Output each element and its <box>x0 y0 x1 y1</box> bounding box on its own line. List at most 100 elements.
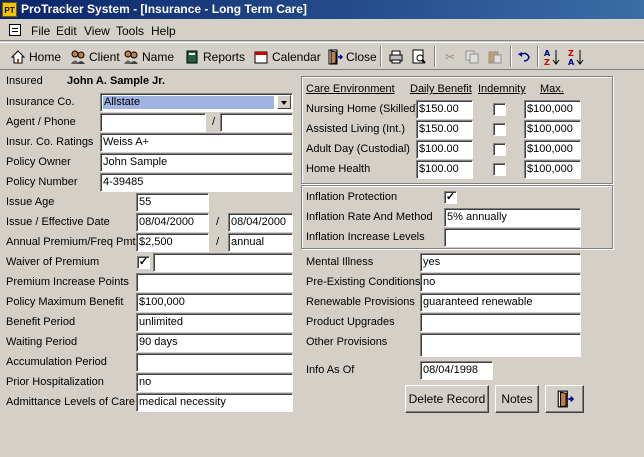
menu-view[interactable]: View <box>84 24 110 38</box>
cut-button[interactable]: ✂ <box>440 47 460 67</box>
agent-phone-separator: / <box>212 116 216 128</box>
undo-icon <box>518 52 530 62</box>
name-label: Name <box>142 49 175 64</box>
max-field[interactable]: $100,000 <box>524 120 581 139</box>
reports-label: Reports <box>203 49 246 64</box>
mental-illness-field[interactable]: yes <box>420 253 581 272</box>
sort-ascending-button[interactable]: AZ <box>542 47 562 67</box>
issue-date-field[interactable]: 08/04/2000 <box>136 213 209 232</box>
max-field[interactable]: $100,000 <box>524 140 581 159</box>
menu-bar: File Edit View Tools Help <box>0 20 644 41</box>
daily-benefit-field[interactable]: $150.00 <box>416 120 473 139</box>
undo-button[interactable] <box>514 47 534 67</box>
pre-existing-field[interactable]: no <box>420 273 581 292</box>
document-menu-icon[interactable] <box>9 24 21 36</box>
menu-tools[interactable]: Tools <box>116 24 144 38</box>
exit-door-icon <box>557 390 574 408</box>
insurance-form: Insured John A. Sample Jr. Insurance Co.… <box>0 70 644 457</box>
window-title: ProTracker System - [Insurance - Long Te… <box>21 2 307 16</box>
prior-hospitalization-field[interactable]: no <box>136 373 293 392</box>
ratings-field[interactable]: Weiss A+ <box>100 133 293 152</box>
insurance-co-select[interactable]: Allstate <box>100 93 293 112</box>
phone-field[interactable] <box>220 113 293 132</box>
renewable-label: Renewable Provisions <box>306 296 415 308</box>
close-button[interactable]: Close <box>325 45 379 68</box>
max-benefit-field[interactable]: $100,000 <box>136 293 293 312</box>
indemnity-checkbox[interactable] <box>493 163 506 176</box>
name-button[interactable]: Name <box>121 45 176 68</box>
daily-benefit-header: Daily Benefit <box>410 83 472 95</box>
waiting-period-field[interactable]: 90 days <box>136 333 293 352</box>
care-environment-header: Care Environment <box>306 83 395 95</box>
print-button[interactable] <box>386 47 406 67</box>
sort-descending-button[interactable]: ZA <box>566 47 586 67</box>
copy-button[interactable] <box>462 47 482 67</box>
waiver-checkbox[interactable]: ✓ <box>137 256 150 269</box>
people-icon <box>71 50 85 64</box>
indemnity-checkbox[interactable] <box>493 103 506 116</box>
max-benefit-label: Policy Maximum Benefit <box>6 296 124 308</box>
print-preview-button[interactable] <box>409 47 429 67</box>
info-as-of-label: Info As Of <box>306 364 355 376</box>
svg-text:Z: Z <box>544 58 550 66</box>
notes-button[interactable]: Notes <box>495 385 539 413</box>
daily-benefit-field[interactable]: $150.00 <box>416 100 473 119</box>
report-book-icon <box>186 50 198 63</box>
policy-owner-field[interactable]: John Sample <box>100 153 293 172</box>
paste-button[interactable] <box>485 47 505 67</box>
home-label: Home <box>29 49 62 64</box>
admittance-field[interactable]: medical necessity <box>136 393 293 412</box>
insured-name: John A. Sample Jr. <box>67 75 166 87</box>
accumulation-period-field[interactable] <box>136 353 293 372</box>
daily-benefit-field[interactable]: $100.00 <box>416 160 473 179</box>
agent-field[interactable] <box>100 113 206 132</box>
other-provisions-field[interactable] <box>420 333 581 357</box>
policy-number-label: Policy Number <box>6 176 78 188</box>
premium-increase-field[interactable] <box>136 273 293 292</box>
effective-date-field[interactable]: 08/04/2000 <box>228 213 293 232</box>
benefit-period-field[interactable]: unlimited <box>136 313 293 332</box>
waiting-period-label: Waiting Period <box>6 336 78 348</box>
policy-number-field[interactable]: 4-39485 <box>100 173 293 192</box>
renewable-field[interactable]: guaranteed renewable <box>420 293 581 312</box>
waiver-field[interactable] <box>153 253 293 272</box>
home-button[interactable]: Home <box>8 45 63 68</box>
print-preview-icon <box>412 49 426 64</box>
toolbar-separator <box>537 46 539 67</box>
copy-icon <box>465 50 479 64</box>
inflation-protection-checkbox[interactable]: ✓ <box>444 191 457 204</box>
agent-phone-label: Agent / Phone <box>6 116 76 128</box>
premium-increase-label: Premium Increase Points <box>6 276 129 288</box>
inflation-levels-label: Inflation Increase Levels <box>306 231 425 243</box>
daily-benefit-field[interactable]: $100.00 <box>416 140 473 159</box>
menu-file[interactable]: File <box>31 24 50 38</box>
house-icon <box>10 49 26 63</box>
calendar-button[interactable]: Calendar <box>251 45 323 68</box>
client-button[interactable]: Client <box>68 45 122 68</box>
reports-button[interactable]: Reports <box>182 45 247 68</box>
exit-button[interactable] <box>545 385 584 413</box>
inflation-protection-label: Inflation Protection <box>306 191 398 203</box>
max-field[interactable]: $100,000 <box>524 160 581 179</box>
product-upgrades-field[interactable] <box>420 313 581 332</box>
care-row-label: Assisted Living (Int.) <box>306 123 406 135</box>
inflation-rate-field[interactable]: 5% annually <box>444 208 581 227</box>
indemnity-checkbox[interactable] <box>493 143 506 156</box>
ratings-label: Insur. Co. Ratings <box>6 136 94 148</box>
product-upgrades-label: Product Upgrades <box>306 316 395 328</box>
inflation-levels-field[interactable] <box>444 228 581 247</box>
benefit-period-label: Benefit Period <box>6 316 76 328</box>
issue-age-field[interactable]: 55 <box>136 193 209 212</box>
menu-edit[interactable]: Edit <box>56 24 77 38</box>
delete-record-button[interactable]: Delete Record <box>405 385 489 413</box>
people-icon <box>124 50 138 64</box>
max-field[interactable]: $100,000 <box>524 100 581 119</box>
chevron-down-icon[interactable] <box>277 95 291 109</box>
mental-illness-label: Mental Illness <box>306 256 374 268</box>
info-as-of-field[interactable]: 08/04/1998 <box>420 361 493 380</box>
payment-frequency-field[interactable]: annual <box>228 233 293 252</box>
inflation-rate-label: Inflation Rate And Method <box>306 211 433 223</box>
indemnity-checkbox[interactable] <box>493 123 506 136</box>
annual-premium-field[interactable]: $2,500 <box>136 233 209 252</box>
menu-help[interactable]: Help <box>151 24 176 38</box>
